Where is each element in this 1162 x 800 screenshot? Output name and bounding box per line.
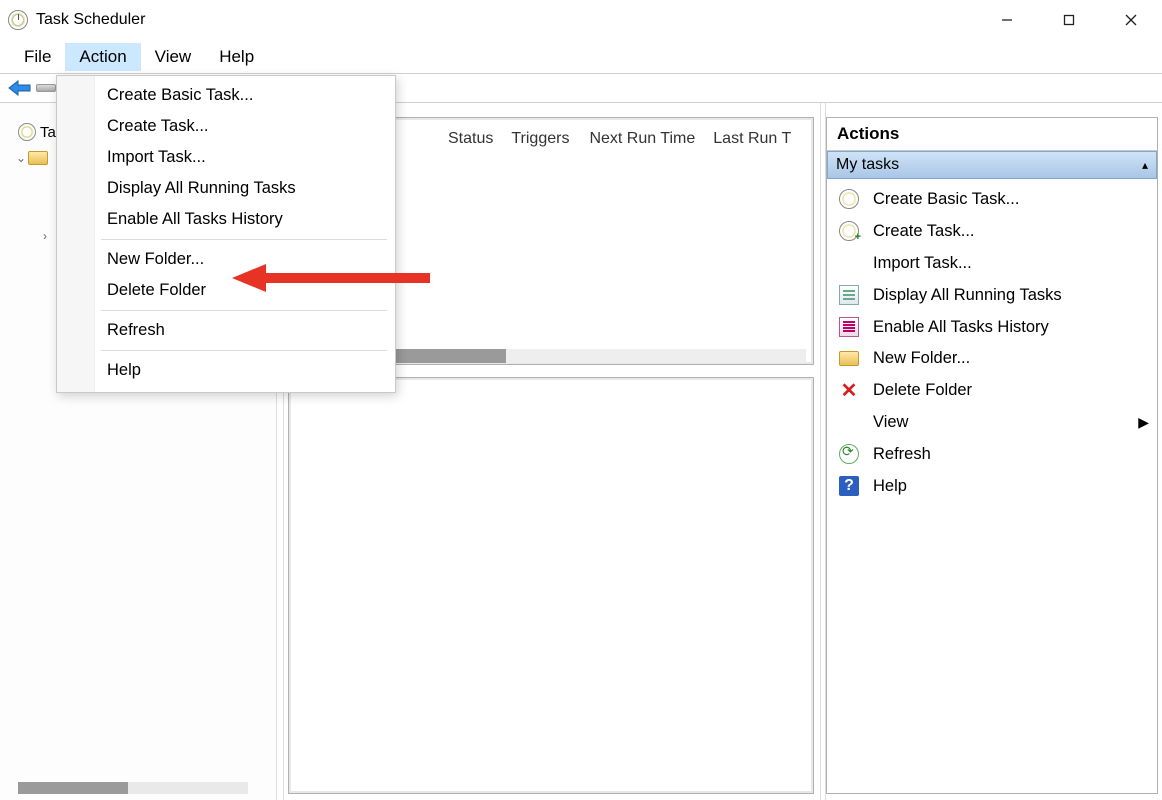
action-help[interactable]: ? Help	[827, 470, 1157, 502]
minimize-button[interactable]	[976, 0, 1038, 40]
action-create-task[interactable]: Create Task...	[827, 215, 1157, 247]
action-label: View	[873, 413, 908, 432]
actions-section-label: My tasks	[836, 156, 899, 174]
menu-file[interactable]: File	[10, 43, 65, 71]
history-icon	[839, 317, 859, 337]
column-triggers[interactable]: Triggers	[511, 130, 569, 148]
action-label: Refresh	[873, 445, 931, 464]
clock-wizard-icon	[839, 189, 859, 209]
menu-item-import-task[interactable]: Import Task...	[57, 142, 395, 173]
action-menu-dropdown: Create Basic Task... Create Task... Impo…	[56, 75, 396, 393]
back-button[interactable]	[8, 79, 32, 97]
actions-frame: Actions My tasks ▴ Create Basic Task... …	[826, 117, 1158, 794]
action-import-task[interactable]: Import Task...	[827, 247, 1157, 279]
tree-horizontal-scrollbar[interactable]	[18, 782, 248, 794]
action-enable-history[interactable]: Enable All Tasks History	[827, 311, 1157, 343]
column-last-run[interactable]: Last Run T	[713, 130, 791, 148]
chevron-right-icon[interactable]: ›	[38, 229, 52, 243]
scheduler-icon	[18, 123, 36, 141]
actions-title: Actions	[827, 118, 1157, 151]
menu-item-new-folder[interactable]: New Folder...	[57, 244, 395, 275]
collapse-caret-icon[interactable]: ▴	[1142, 158, 1148, 172]
title-bar: Task Scheduler	[0, 0, 1162, 40]
menu-separator	[101, 239, 387, 240]
action-refresh[interactable]: Refresh	[827, 438, 1157, 470]
actions-section-header[interactable]: My tasks ▴	[827, 151, 1157, 179]
action-label: Create Basic Task...	[873, 190, 1019, 209]
actions-pane: Actions My tasks ▴ Create Basic Task... …	[826, 103, 1162, 800]
folder-icon	[28, 151, 48, 165]
menu-separator	[101, 310, 387, 311]
menu-item-create-basic-task[interactable]: Create Basic Task...	[57, 80, 395, 111]
scrollbar-thumb[interactable]	[18, 782, 128, 794]
menu-item-display-running-tasks[interactable]: Display All Running Tasks	[57, 173, 395, 204]
submenu-arrow-icon: ▶	[1138, 414, 1149, 431]
clock-plus-icon	[839, 221, 859, 241]
menu-view[interactable]: View	[141, 43, 206, 71]
blank-icon	[839, 412, 859, 432]
action-new-folder[interactable]: New Folder...	[827, 343, 1157, 374]
refresh-icon	[839, 444, 859, 464]
action-label: New Folder...	[873, 349, 970, 368]
action-create-basic-task[interactable]: Create Basic Task...	[827, 183, 1157, 215]
menu-help[interactable]: Help	[205, 43, 268, 71]
action-view-submenu[interactable]: View ▶	[827, 406, 1157, 438]
action-label: Create Task...	[873, 222, 975, 241]
action-label: Enable All Tasks History	[873, 318, 1049, 337]
toolbar-forward-disabled	[36, 84, 56, 92]
menu-item-help[interactable]: Help	[57, 355, 395, 386]
menu-item-enable-history[interactable]: Enable All Tasks History	[57, 204, 395, 235]
app-icon	[8, 10, 28, 30]
maximize-button[interactable]	[1038, 0, 1100, 40]
collapse-icon[interactable]: ⌄	[14, 151, 28, 165]
menu-item-delete-folder[interactable]: Delete Folder	[57, 275, 395, 306]
action-delete-folder[interactable]: ✕ Delete Folder	[827, 374, 1157, 406]
close-button[interactable]	[1100, 0, 1162, 40]
column-next-run[interactable]: Next Run Time	[589, 130, 695, 148]
running-tasks-icon	[839, 285, 859, 305]
action-label: Help	[873, 477, 907, 496]
column-status[interactable]: Status	[448, 130, 493, 148]
menu-action[interactable]: Action	[65, 43, 140, 71]
action-label: Display All Running Tasks	[873, 286, 1062, 305]
window-title: Task Scheduler	[36, 11, 145, 29]
tree-root-label: Ta	[40, 124, 56, 141]
delete-icon: ✕	[839, 380, 859, 400]
action-label: Import Task...	[873, 254, 972, 273]
help-icon: ?	[839, 476, 859, 496]
blank-icon	[839, 253, 859, 273]
action-label: Delete Folder	[873, 381, 972, 400]
task-detail-frame	[288, 377, 814, 794]
menu-item-create-task[interactable]: Create Task...	[57, 111, 395, 142]
folder-icon	[839, 351, 859, 366]
window-controls	[976, 0, 1162, 40]
menu-bar: File Action View Help	[0, 40, 1162, 74]
action-display-running[interactable]: Display All Running Tasks	[827, 279, 1157, 311]
menu-separator	[101, 350, 387, 351]
menu-item-refresh[interactable]: Refresh	[57, 315, 395, 346]
